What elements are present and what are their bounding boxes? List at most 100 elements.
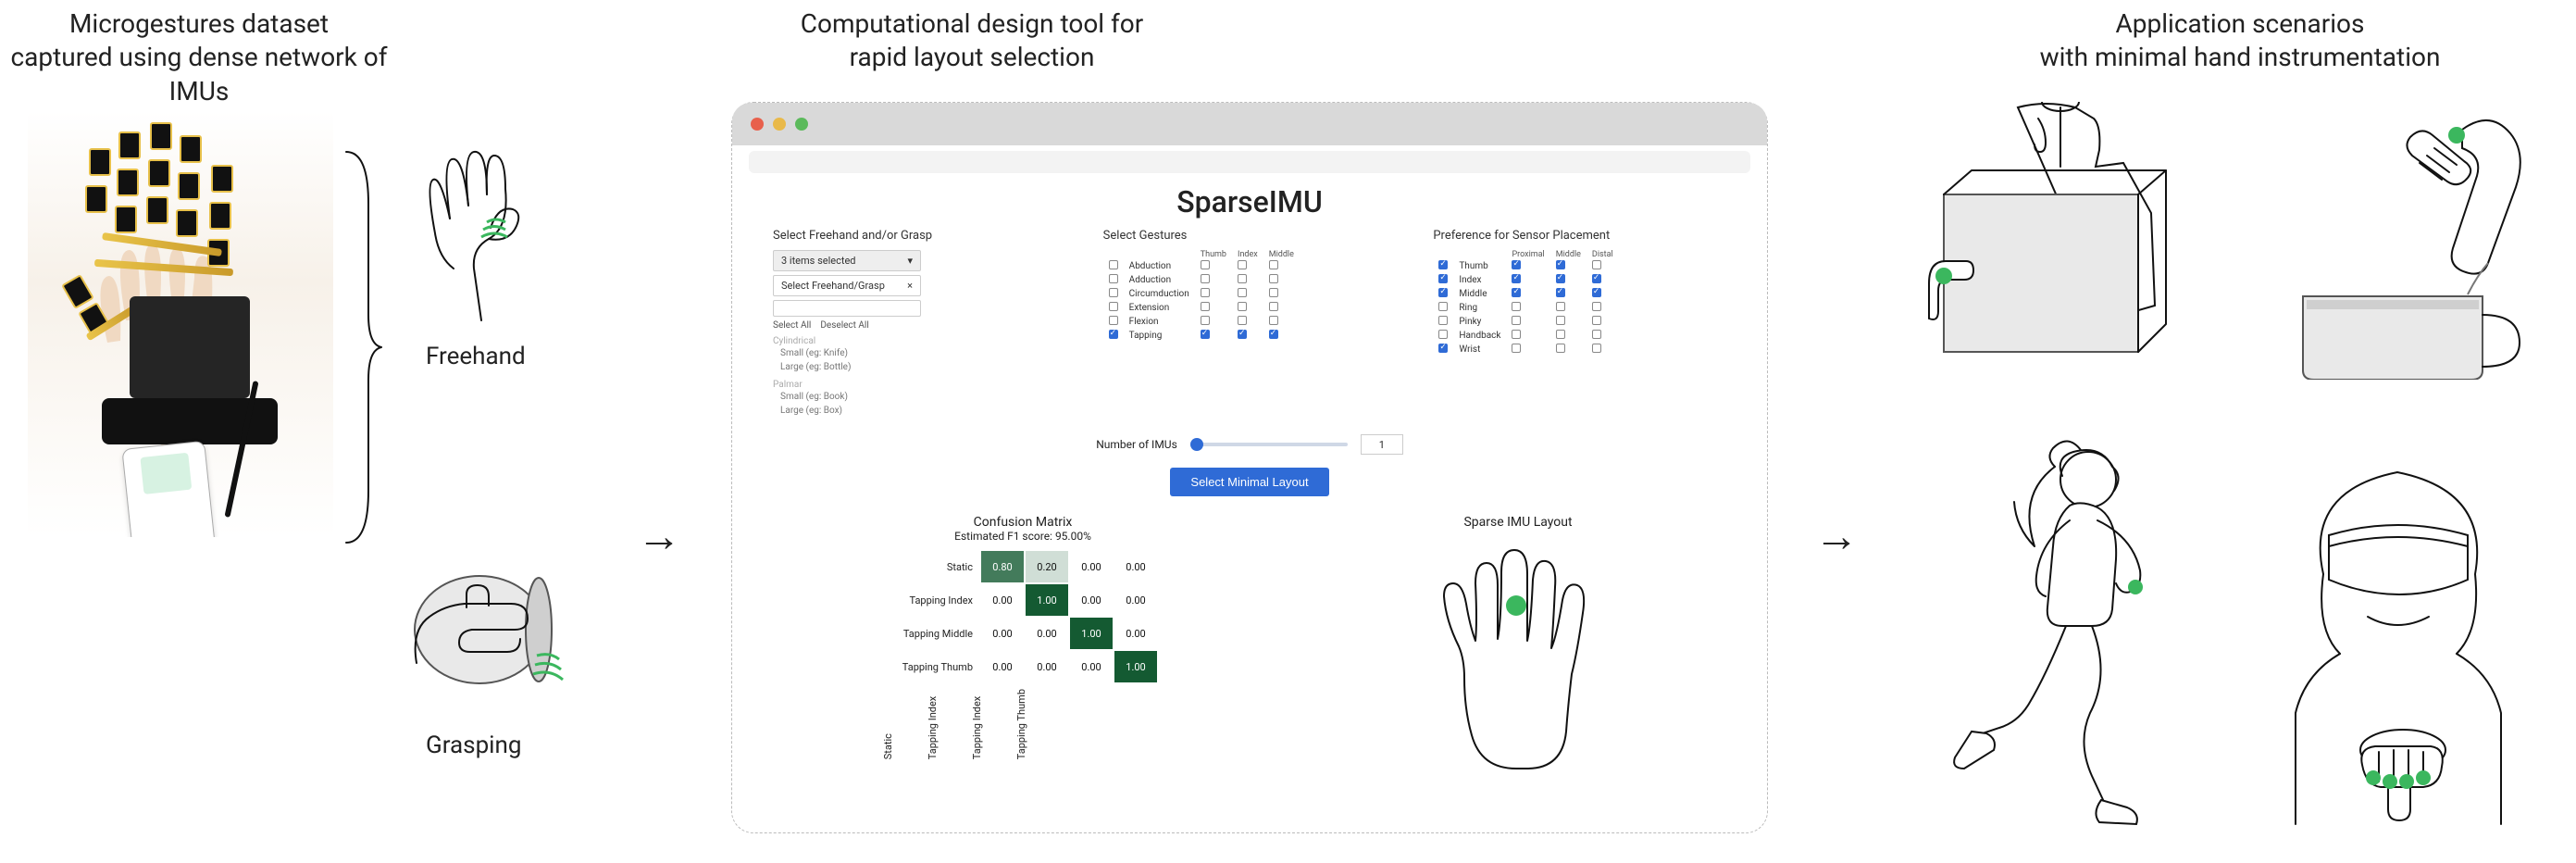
checkbox[interactable] <box>1238 288 1247 297</box>
checkbox[interactable] <box>1269 302 1278 311</box>
checkbox[interactable] <box>1556 344 1565 353</box>
header-right-2: with minimal hand instrumentation <box>2040 42 2441 72</box>
checkbox[interactable] <box>1109 330 1118 339</box>
cm-cell: 0.00 <box>981 584 1024 616</box>
cm-cell: 0.00 <box>1070 551 1113 582</box>
list-item[interactable]: Small (eg: Book) <box>773 390 1066 404</box>
list-item[interactable]: Large (eg: Box) <box>773 404 1066 418</box>
checkbox[interactable] <box>1201 302 1210 311</box>
list-item[interactable]: Large (eg: Bottle) <box>773 360 1066 374</box>
pref-row: Thumb <box>1433 259 1618 273</box>
dropdown-items-selected[interactable]: 3 items selected ▾ <box>773 250 921 271</box>
pref-row: Index <box>1433 273 1618 287</box>
checkbox[interactable] <box>1269 288 1278 297</box>
num-imus-slider[interactable] <box>1190 443 1348 446</box>
scenario-carrying-box <box>1907 102 2212 380</box>
checkbox[interactable] <box>1592 274 1601 283</box>
pref-row: Wrist <box>1433 343 1618 356</box>
cm-row-label: Tapping Middle <box>903 628 980 640</box>
checkbox[interactable] <box>1109 302 1118 311</box>
checkbox[interactable] <box>1592 260 1601 269</box>
checkbox[interactable] <box>1512 260 1521 269</box>
checkbox[interactable] <box>1109 274 1118 283</box>
brace-icon <box>342 148 383 546</box>
cm-col-label: Tapping Thumb <box>1015 689 1027 759</box>
window-close-icon[interactable] <box>751 118 764 131</box>
checkbox[interactable] <box>1592 288 1601 297</box>
search-field[interactable] <box>773 300 921 317</box>
checkbox[interactable] <box>1109 260 1118 269</box>
checkbox[interactable] <box>1109 288 1118 297</box>
checkbox[interactable] <box>1556 302 1565 311</box>
checkbox[interactable] <box>1269 260 1278 269</box>
num-imus-value[interactable]: 1 <box>1361 434 1403 455</box>
checkbox[interactable] <box>1438 302 1448 311</box>
checkbox[interactable] <box>1438 330 1448 339</box>
checkbox[interactable] <box>1438 260 1448 269</box>
deselect-all-button[interactable]: Deselect All <box>820 320 868 331</box>
checkbox[interactable] <box>1201 274 1210 283</box>
checkbox[interactable] <box>1201 330 1210 339</box>
checkbox[interactable] <box>1269 330 1278 339</box>
checkbox[interactable] <box>1269 274 1278 283</box>
header-left-1: Microgestures dataset <box>69 8 329 39</box>
checkbox[interactable] <box>1556 330 1565 339</box>
cm-cell: 0.00 <box>1114 584 1157 616</box>
cm-cell: 0.00 <box>981 651 1024 682</box>
section-preference-title: Preference for Sensor Placement <box>1433 229 1726 243</box>
checkbox[interactable] <box>1109 316 1118 325</box>
slider-thumb-icon[interactable] <box>1190 438 1203 451</box>
scenario-vr <box>2249 435 2545 833</box>
select-minimal-layout-button[interactable]: Select Minimal Layout <box>1170 468 1328 496</box>
checkbox[interactable] <box>1592 344 1601 353</box>
clear-icon[interactable]: × <box>907 280 913 292</box>
checkbox[interactable] <box>1592 316 1601 325</box>
checkbox[interactable] <box>1438 344 1448 353</box>
dropdown-items-selected-label: 3 items selected <box>781 255 855 267</box>
window-zoom-icon[interactable] <box>795 118 808 131</box>
checkbox[interactable] <box>1556 316 1565 325</box>
checkbox[interactable] <box>1238 302 1247 311</box>
checkbox[interactable] <box>1201 316 1210 325</box>
gesture-row: Abduction <box>1103 259 1300 273</box>
gesture-row: Tapping <box>1103 329 1300 343</box>
checkbox[interactable] <box>1438 274 1448 283</box>
grasping-illustration <box>398 528 574 713</box>
checkbox[interactable] <box>1512 302 1521 311</box>
checkbox[interactable] <box>1269 316 1278 325</box>
browser-titlebar <box>732 103 1767 145</box>
checkbox[interactable] <box>1438 288 1448 297</box>
checkbox[interactable] <box>1238 316 1247 325</box>
checkbox[interactable] <box>1556 260 1565 269</box>
cm-col-label: Tapping Index <box>971 689 983 759</box>
checkbox[interactable] <box>1201 288 1210 297</box>
section-freehand-grasp-title: Select Freehand and/or Grasp <box>773 229 1066 243</box>
list-item[interactable]: Small (eg: Knife) <box>773 346 1066 360</box>
checkbox[interactable] <box>1238 260 1247 269</box>
checkbox[interactable] <box>1512 316 1521 325</box>
header-left-2: captured using dense network of IMUs <box>11 42 388 106</box>
checkbox[interactable] <box>1438 316 1448 325</box>
checkbox[interactable] <box>1512 344 1521 353</box>
select-all-button[interactable]: Select All <box>773 320 811 331</box>
checkbox[interactable] <box>1592 302 1601 311</box>
checkbox[interactable] <box>1238 330 1247 339</box>
checkbox[interactable] <box>1592 330 1601 339</box>
checkbox[interactable] <box>1512 330 1521 339</box>
browser-urlbar[interactable] <box>749 151 1750 173</box>
checkbox[interactable] <box>1238 274 1247 283</box>
checkbox[interactable] <box>1512 288 1521 297</box>
sparse-layout-title: Sparse IMU Layout <box>1310 515 1726 530</box>
caret-down-icon: ▾ <box>907 255 913 267</box>
checkbox[interactable] <box>1556 288 1565 297</box>
cm-cell: 0.00 <box>1114 618 1157 649</box>
section-gestures-title: Select Gestures <box>1103 229 1397 243</box>
gesture-table: ThumbIndexMiddleAbductionAdductionCircum… <box>1103 250 1300 343</box>
dropdown-select-mode[interactable]: Select Freehand/Grasp × <box>773 275 921 296</box>
header-center-2: rapid layout selection <box>850 42 1095 72</box>
group-cylindrical: Cylindrical <box>773 336 1066 346</box>
window-minimize-icon[interactable] <box>773 118 786 131</box>
checkbox[interactable] <box>1201 260 1210 269</box>
checkbox[interactable] <box>1512 274 1521 283</box>
checkbox[interactable] <box>1556 274 1565 283</box>
